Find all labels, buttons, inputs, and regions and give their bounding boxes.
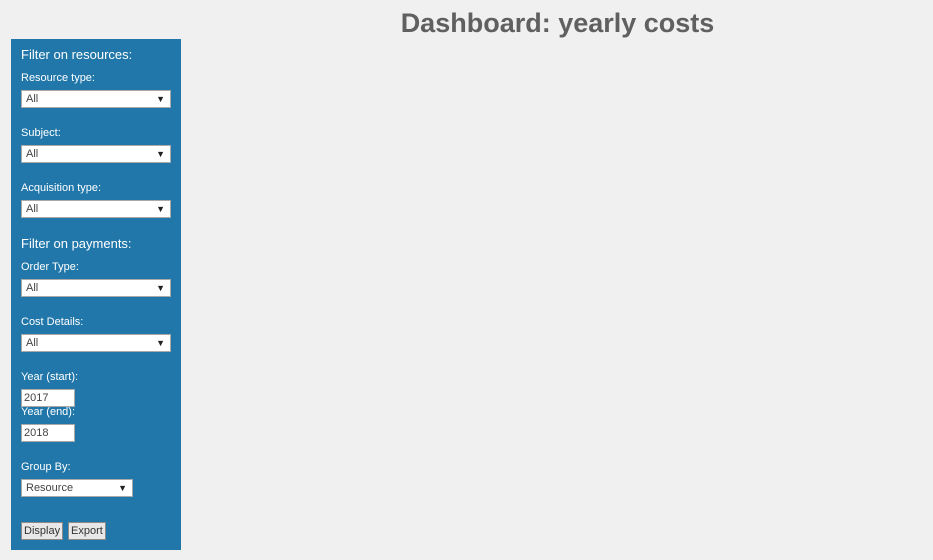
order-type-value: All [26,282,39,294]
dropdown-arrow-icon: ▼ [156,149,165,159]
acquisition-type-value: All [26,203,39,215]
year-end-input[interactable]: 2018 [21,424,75,442]
year-start-input[interactable]: 2017 [21,389,75,407]
payments-filter-title: Filter on payments: [21,236,132,251]
cost-details-select[interactable]: All ▼ [21,334,171,352]
year-end-label: Year (end): [21,406,76,418]
group-by-value: Resource [26,482,74,494]
year-start-label: Year (start): [21,371,79,383]
acquisition-type-label: Acquisition type: [21,182,102,194]
resource-type-select[interactable]: All ▼ [21,90,171,108]
group-by-label: Group By: [21,461,71,473]
cost-details-label: Cost Details: [21,316,84,328]
acquisition-type-select[interactable]: All ▼ [21,200,171,218]
dropdown-arrow-icon: ▼ [156,94,165,104]
dropdown-arrow-icon: ▼ [118,483,127,493]
order-type-select[interactable]: All ▼ [21,279,171,297]
page-title: Dashboard: yearly costs [400,8,715,38]
subject-select[interactable]: All ▼ [21,145,171,163]
resource-type-value: All [26,93,39,105]
filter-sidebar: Filter on resources: Resource type: All … [11,39,181,550]
subject-value: All [26,148,39,160]
resource-type-label: Resource type: [21,72,95,84]
display-button[interactable]: Display [21,522,64,540]
subject-label: Subject: [21,127,61,139]
dropdown-arrow-icon: ▼ [156,338,165,348]
cost-details-value: All [26,337,39,349]
group-by-select[interactable]: Resource ▼ [21,479,133,497]
dropdown-arrow-icon: ▼ [156,283,165,293]
resources-filter-title: Filter on resources: [21,47,133,62]
export-button[interactable]: Export [68,522,106,540]
order-type-label: Order Type: [21,261,79,273]
dropdown-arrow-icon: ▼ [156,204,165,214]
